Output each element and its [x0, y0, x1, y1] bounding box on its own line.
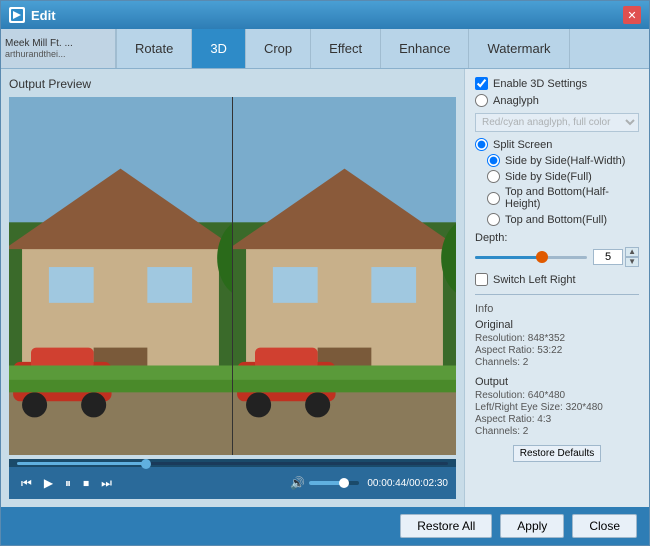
- close-button[interactable]: ✕: [623, 6, 641, 24]
- right-panel: Enable 3D Settings Anaglyph Red/cyan ana…: [464, 69, 649, 507]
- time-display: 00:00:44/00:02:30: [367, 478, 448, 489]
- video-preview: [9, 97, 456, 455]
- preview-label: Output Preview: [9, 77, 456, 91]
- depth-control: ▲ ▼: [475, 247, 639, 267]
- split-screen-label[interactable]: Split Screen: [493, 139, 552, 151]
- switch-lr-checkbox[interactable]: [475, 273, 488, 286]
- depth-slider[interactable]: [475, 256, 587, 259]
- top-half-row: Top and Bottom(Half-Height): [487, 186, 639, 210]
- split-screen-row: Split Screen: [475, 138, 639, 151]
- divider-1: [475, 294, 639, 295]
- file-sub: arthurandthei...: [5, 49, 111, 59]
- split-screen-radio[interactable]: [475, 138, 488, 151]
- tab-rotate[interactable]: Rotate: [116, 29, 192, 68]
- enable-3d-row: Enable 3D Settings: [475, 77, 639, 90]
- side-half-row: Side by Side(Half-Width): [487, 154, 639, 167]
- restore-defaults-button[interactable]: Restore Defaults: [513, 445, 601, 462]
- tab-enhance[interactable]: Enhance: [381, 29, 469, 68]
- tab-crop[interactable]: Crop: [246, 29, 311, 68]
- depth-down-button[interactable]: ▼: [625, 257, 639, 267]
- tab-watermark[interactable]: Watermark: [469, 29, 569, 68]
- side-full-label: Side by Side(Full): [505, 171, 592, 183]
- settings-section: Enable 3D Settings Anaglyph Red/cyan ana…: [475, 77, 639, 286]
- output-info: Output Resolution: 640*480 Left/Right Ey…: [475, 376, 639, 437]
- left-panel: Output Preview: [1, 69, 464, 507]
- tab-row: Meek Mill Ft. ... arthurandthei... Rotat…: [1, 29, 649, 69]
- enable-3d-label[interactable]: Enable 3D Settings: [493, 78, 587, 90]
- original-label: Original: [475, 319, 639, 331]
- app-icon: [9, 7, 25, 23]
- top-full-label: Top and Bottom(Full): [505, 214, 607, 226]
- enable-3d-checkbox[interactable]: [475, 77, 488, 90]
- depth-input[interactable]: [593, 249, 623, 265]
- tabs-container: Rotate 3D Crop Effect Enhance Watermark: [116, 29, 649, 68]
- original-channels: Channels: 2: [475, 357, 639, 368]
- bottom-bar: Restore All Apply Close: [1, 507, 649, 545]
- output-resolution: Resolution: 640*480: [475, 390, 639, 401]
- output-label: Output: [475, 376, 639, 388]
- main-window: Edit ✕ Meek Mill Ft. ... arthurandthei..…: [0, 0, 650, 546]
- window-title: Edit: [31, 8, 623, 23]
- side-half-radio[interactable]: [487, 154, 500, 167]
- output-lr-size: Left/Right Eye Size: 320*480: [475, 402, 639, 413]
- anaglyph-label[interactable]: Anaglyph: [493, 95, 539, 107]
- depth-spinner: ▲ ▼: [625, 247, 639, 267]
- restore-all-button[interactable]: Restore All: [400, 514, 492, 538]
- top-full-radio[interactable]: [487, 213, 500, 226]
- skip-end-button[interactable]: ⏭: [97, 474, 116, 493]
- side-full-row: Side by Side(Full): [487, 170, 639, 183]
- top-half-label: Top and Bottom(Half-Height): [505, 186, 639, 210]
- side-half-label: Side by Side(Half-Width): [505, 155, 625, 167]
- switch-lr-row: Switch Left Right: [475, 273, 639, 286]
- volume-area: 🔊: [290, 476, 359, 490]
- original-aspect: Aspect Ratio: 53:22: [475, 345, 639, 356]
- tab-effect[interactable]: Effect: [311, 29, 381, 68]
- switch-lr-label[interactable]: Switch Left Right: [493, 274, 576, 286]
- volume-icon[interactable]: 🔊: [290, 476, 305, 490]
- file-name: Meek Mill Ft. ...: [5, 38, 111, 49]
- play-button[interactable]: ▶: [40, 474, 57, 492]
- stop-button[interactable]: ⏹: [79, 474, 93, 493]
- top-half-radio[interactable]: [487, 192, 500, 205]
- skip-start-button[interactable]: ⏮: [17, 474, 36, 493]
- title-bar: Edit ✕: [1, 1, 649, 29]
- split-options: Side by Side(Half-Width) Side by Side(Fu…: [475, 154, 639, 226]
- side-full-radio[interactable]: [487, 170, 500, 183]
- apply-button[interactable]: Apply: [500, 514, 564, 538]
- top-full-row: Top and Bottom(Full): [487, 213, 639, 226]
- pause-button[interactable]: ⏸: [61, 474, 75, 493]
- anaglyph-select[interactable]: Red/cyan anaglyph, full color: [475, 113, 639, 132]
- close-bottom-button[interactable]: Close: [572, 514, 637, 538]
- tab-3d[interactable]: 3D: [192, 29, 246, 68]
- info-section: Info Original Resolution: 848*352 Aspect…: [475, 303, 639, 437]
- file-sidebar: Meek Mill Ft. ... arthurandthei...: [1, 29, 116, 68]
- anaglyph-row: Anaglyph: [475, 94, 639, 107]
- video-controls: ⏮ ▶ ⏸ ⏹ ⏭ 🔊 00:00:44/00:02:30: [9, 467, 456, 499]
- original-info: Original Resolution: 848*352 Aspect Rati…: [475, 319, 639, 368]
- volume-bar[interactable]: [309, 481, 359, 485]
- output-channels: Channels: 2: [475, 426, 639, 437]
- original-resolution: Resolution: 848*352: [475, 333, 639, 344]
- seek-bar[interactable]: [17, 462, 448, 465]
- anaglyph-radio[interactable]: [475, 94, 488, 107]
- depth-up-button[interactable]: ▲: [625, 247, 639, 257]
- main-content: Output Preview: [1, 69, 649, 507]
- info-title: Info: [475, 303, 639, 315]
- depth-label: Depth:: [475, 232, 639, 244]
- output-aspect: Aspect Ratio: 4:3: [475, 414, 639, 425]
